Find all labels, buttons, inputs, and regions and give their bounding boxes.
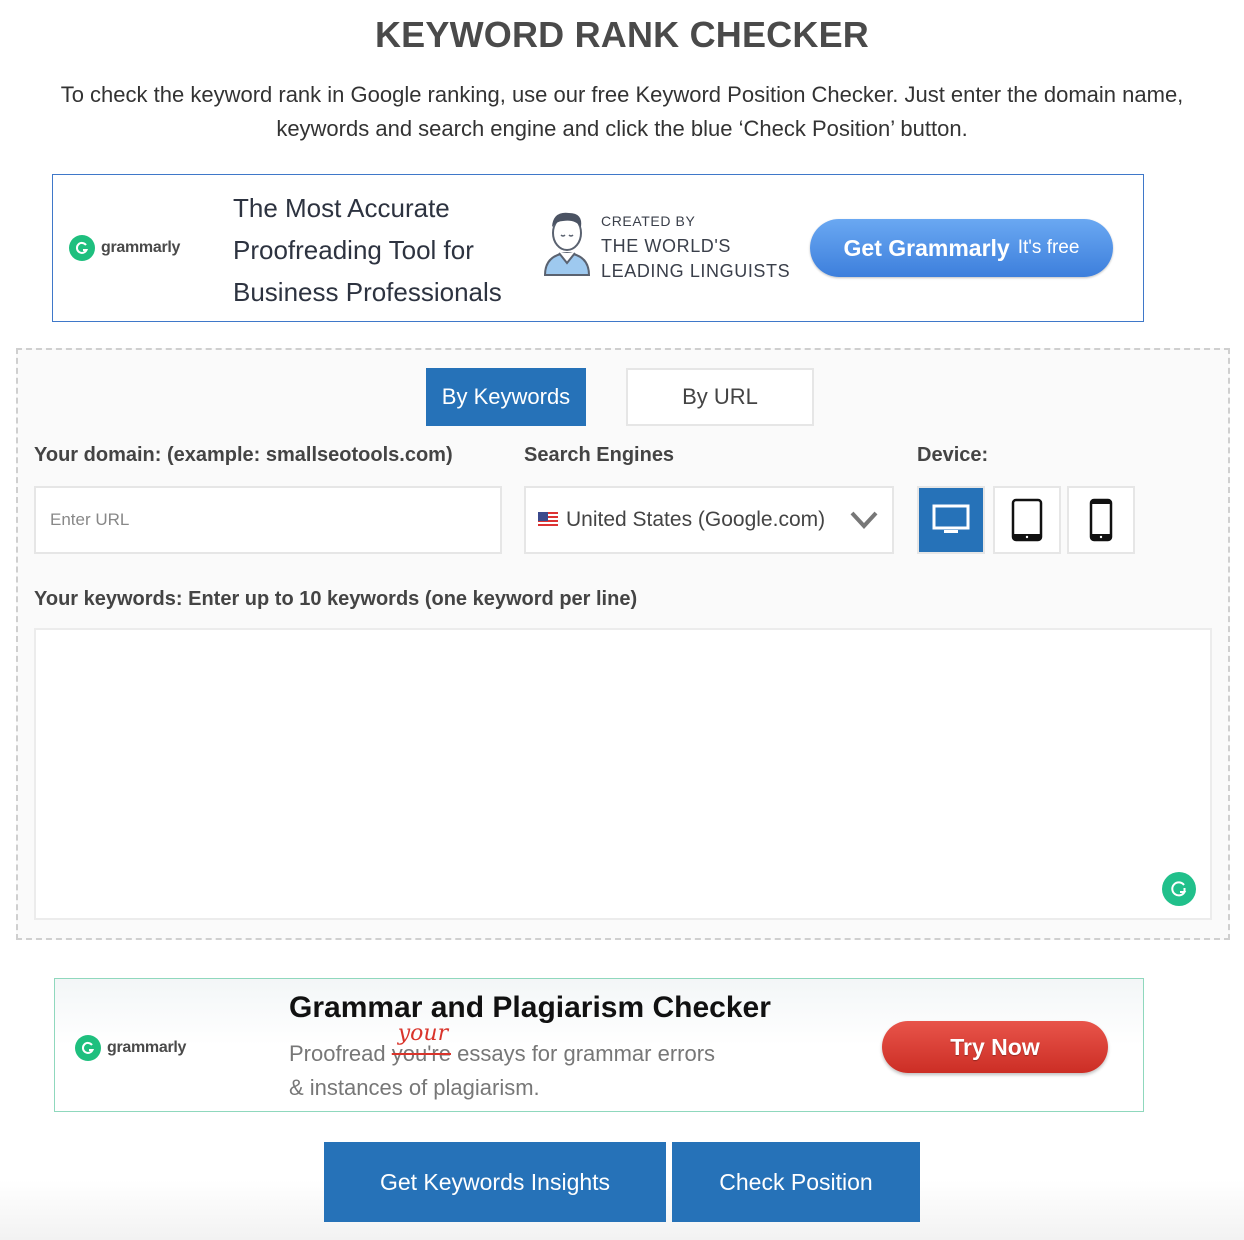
ad-headline: Grammar and Plagiarism Checker bbox=[289, 991, 771, 1024]
get-keywords-insights-button[interactable]: Get Keywords Insights bbox=[324, 1142, 666, 1222]
domain-input[interactable] bbox=[34, 486, 502, 554]
ad-sub-suffix: essays for grammar errors bbox=[457, 1041, 716, 1066]
ad-subtext: Proofread you're your essays for grammar … bbox=[289, 1021, 716, 1105]
ad-headline-line: Proofreading Tool for bbox=[233, 235, 474, 265]
keywords-textarea[interactable] bbox=[34, 628, 1212, 920]
ad-sub-line2: & instances of plagiarism. bbox=[289, 1075, 540, 1100]
check-position-button[interactable]: Check Position bbox=[672, 1142, 920, 1222]
grammarly-g-icon bbox=[75, 1035, 101, 1061]
search-engines-label: Search Engines bbox=[524, 444, 675, 466]
grammarly-wordmark: grammarly bbox=[107, 1039, 187, 1056]
correction-word: your bbox=[397, 1021, 449, 1046]
ad-sub-prefix: Proofread bbox=[289, 1041, 386, 1066]
ad-headline-line: Business Professionals bbox=[233, 277, 502, 307]
grammarly-widget-icon[interactable] bbox=[1162, 872, 1196, 906]
us-flag-icon bbox=[538, 512, 558, 528]
tab-by-keywords[interactable]: By Keywords bbox=[426, 368, 586, 426]
search-engine-value: United States (Google.com) bbox=[566, 508, 826, 531]
keywords-label: Your keywords: Enter up to 10 keywords (… bbox=[34, 588, 638, 610]
tab-by-url[interactable]: By URL bbox=[626, 368, 814, 426]
device-tablet-button[interactable] bbox=[993, 486, 1061, 554]
created-by-label: CREATED BY bbox=[601, 213, 696, 229]
grammarly-ad-top[interactable]: grammarly The Most Accurate Proofreading… bbox=[52, 174, 1144, 322]
rank-checker-form: By Keywords By URL Your domain: (example… bbox=[16, 348, 1230, 940]
linguist-avatar-icon bbox=[539, 205, 595, 282]
grammarly-logo: grammarly bbox=[69, 235, 180, 261]
grammarly-g-icon bbox=[69, 235, 95, 261]
page-intro: To check the keyword rank in Google rank… bbox=[60, 82, 1184, 141]
mobile-icon bbox=[1089, 498, 1113, 542]
created-line: LEADING LINGUISTS bbox=[601, 261, 791, 281]
page-title: KEYWORD RANK CHECKER bbox=[374, 14, 869, 55]
get-grammarly-button[interactable]: Get Grammarly It's free bbox=[810, 219, 1113, 277]
grammarly-logo: grammarly bbox=[75, 1035, 186, 1061]
ad-headline-line: The Most Accurate bbox=[233, 193, 450, 223]
cta-sub-label: It's free bbox=[1017, 237, 1080, 258]
search-engine-select[interactable]: United States (Google.com) bbox=[524, 486, 894, 554]
grammarly-wordmark: grammarly bbox=[101, 239, 181, 256]
desktop-icon bbox=[932, 504, 970, 533]
device-mobile-button[interactable] bbox=[1067, 486, 1135, 554]
cta-main-label: Get Grammarly bbox=[843, 234, 1010, 261]
ad-sub-struck: you're your bbox=[392, 1021, 451, 1066]
device-desktop-button[interactable] bbox=[917, 486, 985, 554]
created-line: THE WORLD'S bbox=[601, 236, 732, 256]
try-now-button[interactable]: Try Now bbox=[882, 1021, 1108, 1073]
grammarly-ad-bottom[interactable]: grammarly Grammar and Plagiarism Checker… bbox=[54, 978, 1144, 1112]
ad-headline: The Most Accurate Proofreading Tool for … bbox=[233, 187, 533, 313]
ad-created-by: CREATED BY THE WORLD'S LEADING LINGUISTS bbox=[601, 209, 790, 284]
chevron-down-icon bbox=[850, 510, 878, 535]
tablet-icon bbox=[1011, 498, 1043, 542]
device-label: Device: bbox=[917, 444, 989, 466]
domain-label: Your domain: (example: smallseotools.com… bbox=[34, 444, 453, 466]
